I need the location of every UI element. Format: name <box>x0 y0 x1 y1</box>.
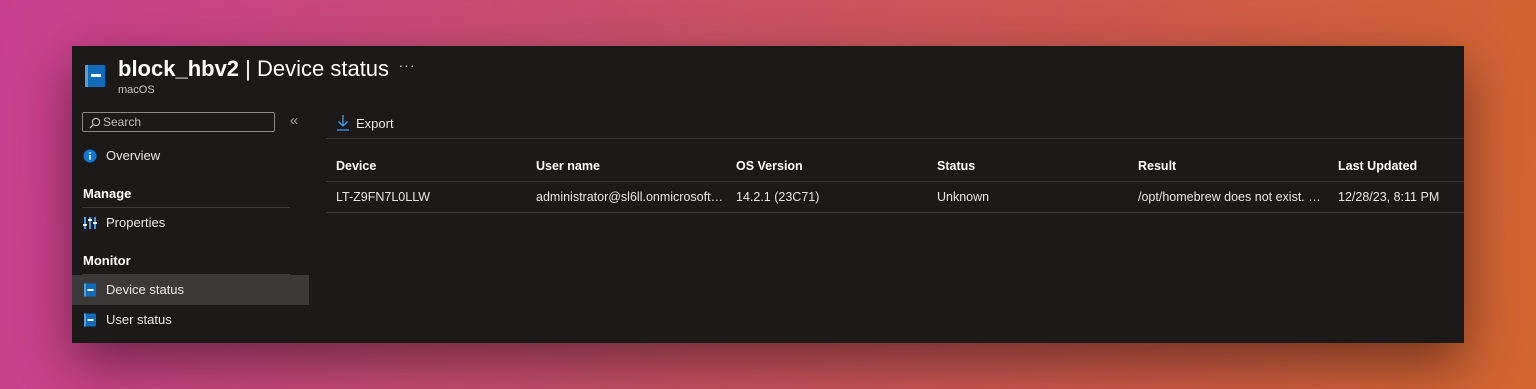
sidebar-item-label: User status <box>106 312 172 327</box>
sidebar-item-label: Device status <box>106 282 185 297</box>
table-row[interactable]: LT-Z9FN7L0LLW administrator@sl6ll.onmicr… <box>326 182 1464 213</box>
sidebar-item-label: Properties <box>106 215 166 230</box>
main-content: Export Device User name OS Version Statu… <box>326 106 1464 343</box>
download-icon <box>337 115 349 131</box>
column-header-user-name[interactable]: User name <box>536 151 726 181</box>
script-file-icon <box>84 283 96 297</box>
page-title: block_hbv2 | Device status <box>118 56 389 82</box>
page-header: block_hbv2 | Device status ··· macOS <box>72 46 1464 106</box>
status-cell: Unknown <box>937 190 990 204</box>
page-subtitle: macOS <box>118 84 155 96</box>
collapse-sidebar-button[interactable]: « <box>286 112 302 132</box>
search-input[interactable] <box>103 114 268 130</box>
device-cell: LT-Z9FN7L0LLW <box>336 190 431 204</box>
properties-icon <box>83 217 97 229</box>
policy-name: block_hbv2 <box>118 56 240 81</box>
more-options-button[interactable]: ··· <box>397 58 417 74</box>
device-status-table: Device User name OS Version Status Resul… <box>326 151 1464 213</box>
portal-window: block_hbv2 | Device status ··· macOS « O… <box>72 46 1464 343</box>
os-version-cell: 14.2.1 (23C71) <box>736 190 820 204</box>
result-cell: /opt/homebrew does not exist. Creating i… <box>1138 190 1328 204</box>
sidebar-item-overview[interactable]: Overview <box>72 141 309 171</box>
export-label: Export <box>356 116 394 131</box>
last-updated-cell: 12/28/23, 8:11 PM <box>1338 190 1440 204</box>
script-file-icon <box>85 65 105 87</box>
sidebar-item-user-status[interactable]: User status <box>72 305 309 335</box>
column-header-device[interactable]: Device <box>336 151 526 181</box>
column-header-status[interactable]: Status <box>937 151 1127 181</box>
column-header-result[interactable]: Result <box>1138 151 1328 181</box>
column-header-os-version[interactable]: OS Version <box>736 151 926 181</box>
search-box[interactable] <box>82 112 275 132</box>
page-name: | Device status <box>239 56 390 81</box>
user-name-cell: administrator@sl6ll.onmicrosoft.com <box>536 190 726 204</box>
sidebar-item-properties[interactable]: Properties <box>72 208 309 238</box>
sidebar: « Overview Manage Properties Monitor <box>72 106 309 343</box>
search-icon <box>89 117 101 129</box>
section-monitor: Monitor <box>83 253 131 268</box>
info-icon <box>83 149 97 163</box>
sidebar-item-label: Overview <box>106 148 161 163</box>
command-bar: Export <box>326 106 1464 139</box>
sidebar-item-device-status[interactable]: Device status <box>72 275 309 305</box>
table-header: Device User name OS Version Status Resul… <box>326 151 1464 182</box>
section-manage: Manage <box>83 186 132 201</box>
script-file-icon <box>84 313 96 327</box>
column-header-last-updated[interactable]: Last Updated <box>1338 151 1458 181</box>
